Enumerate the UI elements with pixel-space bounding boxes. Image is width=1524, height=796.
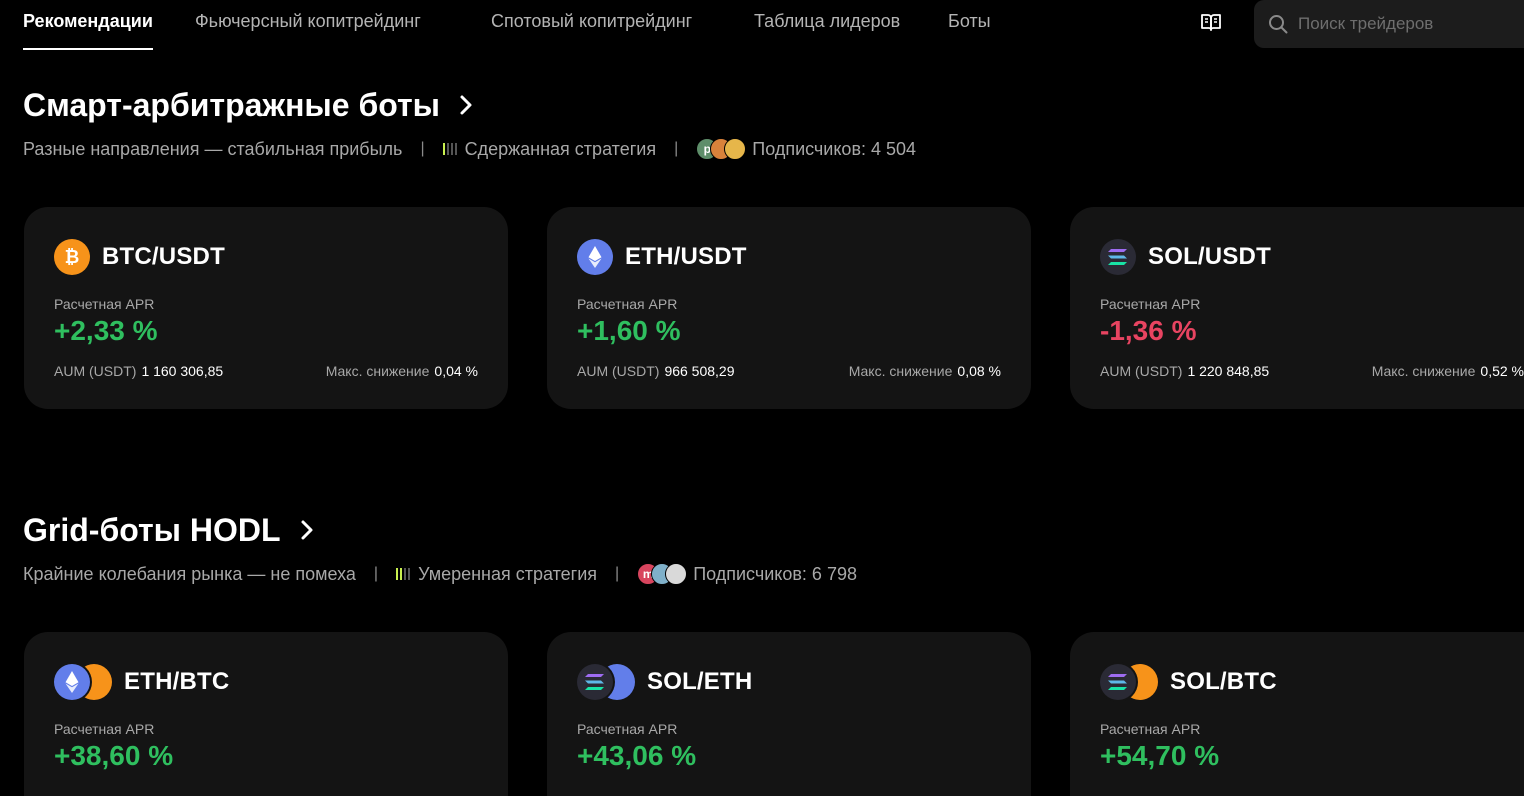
aum-value: 1 220 848,85 bbox=[1187, 363, 1270, 379]
divider: | bbox=[373, 565, 379, 582]
drawdown-label: Макс. снижение bbox=[848, 363, 953, 379]
bot-card-eth-btc[interactable]: ETH/BTC Расчетная APR +38,60 % bbox=[24, 632, 508, 796]
subscriber-avatars: m bbox=[637, 563, 688, 585]
solana-icon bbox=[1100, 664, 1136, 700]
pair-name: ETH/USDT bbox=[625, 243, 747, 270]
apr-label: Расчетная APR bbox=[577, 296, 678, 312]
apr-value: +54,70 % bbox=[1100, 740, 1220, 771]
drawdown-stat: Макс. снижение 0,04 % bbox=[326, 363, 478, 379]
aum-label: AUM (USDT) bbox=[577, 363, 660, 379]
card-stats: AUM (USDT) 966 508,29 Макс. снижение 0,08 … bbox=[577, 363, 1001, 379]
subscriber-count: Подписчиков: 6 798 bbox=[693, 563, 857, 584]
drawdown-label: Макс. снижение bbox=[1371, 363, 1476, 379]
apr-label: Расчетная APR bbox=[1100, 721, 1201, 737]
aum-value: 1 160 306,85 bbox=[141, 363, 224, 379]
divider: | bbox=[420, 140, 425, 157]
bot-card-sol-btc[interactable]: SOL/BTC Расчетная APR +54,70 % bbox=[1070, 632, 1524, 796]
avatar bbox=[665, 563, 688, 585]
divider: | bbox=[615, 565, 620, 582]
section-description: Крайние колебания рынка — не помеха bbox=[23, 563, 356, 584]
strategy-label: Сдержанная стратегия bbox=[464, 138, 657, 159]
bot-card-btc-usdt[interactable]: ₿ BTC/USDT Расчетная APR +2,33 % AUM (US… bbox=[24, 207, 508, 409]
apr-label: Расчетная APR bbox=[54, 296, 155, 312]
tab-bots[interactable]: Боты bbox=[948, 10, 991, 50]
strategy-label: Умеренная стратегия bbox=[418, 563, 598, 584]
pair-name: ETH/BTC bbox=[124, 668, 230, 695]
solana-icon bbox=[577, 664, 613, 700]
pair-name: SOL/USDT bbox=[1148, 243, 1271, 270]
aum-stat: AUM (USDT) 1 220 848,85 bbox=[1100, 363, 1269, 379]
section-title[interactable]: Смарт-арбитражные боты bbox=[23, 87, 440, 123]
avatar bbox=[724, 138, 747, 160]
apr-label: Расчетная APR bbox=[577, 721, 678, 737]
pair-header: SOL/USDT bbox=[1100, 238, 1271, 276]
search-box[interactable] bbox=[1254, 0, 1524, 48]
chevron-right-icon[interactable] bbox=[456, 93, 476, 117]
chevron-right-icon[interactable] bbox=[297, 518, 317, 542]
card-stats: AUM (USDT) 1 160 306,85 Макс. снижение 0,0… bbox=[54, 363, 478, 379]
apr-label: Расчетная APR bbox=[1100, 296, 1201, 312]
aum-stat: AUM (USDT) 1 160 306,85 bbox=[54, 363, 223, 379]
section-title[interactable]: Grid-боты HODL bbox=[23, 512, 281, 548]
aum-stat: AUM (USDT) 966 508,29 bbox=[577, 363, 735, 379]
pair-header: ETH/USDT bbox=[577, 238, 747, 276]
tab-recommendations[interactable]: Рекомендации bbox=[23, 10, 153, 50]
tab-futures-copytrading[interactable]: Фьючерсный копитрейдинг bbox=[195, 10, 421, 50]
aum-label: AUM (USDT) bbox=[1100, 363, 1183, 379]
apr-value: +38,60 % bbox=[54, 740, 174, 771]
pair-header: SOL/BTC bbox=[1100, 663, 1277, 701]
strategy-level-icon bbox=[396, 567, 411, 581]
section-meta: Крайние колебания рынка — не помеха | Ум… bbox=[23, 562, 857, 586]
apr-value: -1,36 % bbox=[1100, 315, 1197, 346]
drawdown-stat: Макс. снижение 0,52 % bbox=[1372, 363, 1524, 379]
drawdown-value: 0,04 % bbox=[434, 363, 478, 379]
book-icon[interactable] bbox=[1199, 10, 1223, 34]
ethereum-icon bbox=[54, 664, 90, 700]
aum-value: 966 508,29 bbox=[664, 363, 735, 379]
tab-spot-copytrading[interactable]: Спотовый копитрейдинг bbox=[491, 10, 692, 50]
bitcoin-icon: ₿ bbox=[54, 239, 90, 275]
subscriber-count: Подписчиков: 4 504 bbox=[752, 138, 917, 159]
apr-value: +43,06 % bbox=[577, 740, 697, 771]
divider: | bbox=[674, 140, 679, 157]
pair-name: BTC/USDT bbox=[102, 243, 225, 270]
drawdown-stat: Макс. снижение 0,08 % bbox=[849, 363, 1001, 379]
drawdown-value: 0,08 % bbox=[957, 363, 1001, 379]
drawdown-label: Макс. снижение bbox=[325, 363, 430, 379]
section-description: Разные направления — стабильная прибыль bbox=[23, 138, 403, 159]
section-grid-bots-hodl: Grid-боты HODL Крайние колебания рынка —… bbox=[0, 512, 1524, 796]
apr-value: +1,60 % bbox=[577, 315, 681, 346]
strategy-level-icon bbox=[442, 142, 457, 156]
pair-header: ETH/BTC bbox=[54, 663, 229, 701]
pair-name: SOL/ETH bbox=[647, 668, 753, 695]
search-icon bbox=[1269, 15, 1288, 34]
pair-header: SOL/ETH bbox=[577, 663, 752, 701]
pair-name: SOL/BTC bbox=[1170, 668, 1277, 695]
drawdown-value: 0,52 % bbox=[1480, 363, 1524, 379]
pair-header: ₿ BTC/USDT bbox=[54, 238, 225, 276]
search-input[interactable] bbox=[1296, 10, 1520, 38]
svg-text:₿: ₿ bbox=[65, 247, 80, 268]
card-stats: AUM (USDT) 1 220 848,85 Макс. снижение 0,5… bbox=[1100, 363, 1524, 379]
top-navigation: Рекомендации Фьючерсный копитрейдинг Спо… bbox=[0, 0, 1524, 52]
bot-card-eth-usdt[interactable]: ETH/USDT Расчетная APR +1,60 % AUM (USDT… bbox=[547, 207, 1031, 409]
apr-label: Расчетная APR bbox=[54, 721, 155, 737]
subscriber-avatars: p bbox=[696, 138, 747, 160]
tab-leaderboard[interactable]: Таблица лидеров bbox=[754, 10, 900, 50]
apr-value: +2,33 % bbox=[54, 315, 158, 346]
solana-icon bbox=[1100, 239, 1136, 275]
aum-label: AUM (USDT) bbox=[54, 363, 137, 379]
bot-card-sol-eth[interactable]: SOL/ETH Расчетная APR +43,06 % bbox=[547, 632, 1031, 796]
bot-card-sol-usdt[interactable]: SOL/USDT Расчетная APR -1,36 % AUM (USDT… bbox=[1070, 207, 1524, 409]
section-meta: Разные направления — стабильная прибыль … bbox=[23, 137, 916, 161]
section-smart-arbitrage-bots: Смарт-арбитражные боты Разные направлени… bbox=[0, 87, 1524, 417]
ethereum-icon bbox=[577, 239, 613, 275]
